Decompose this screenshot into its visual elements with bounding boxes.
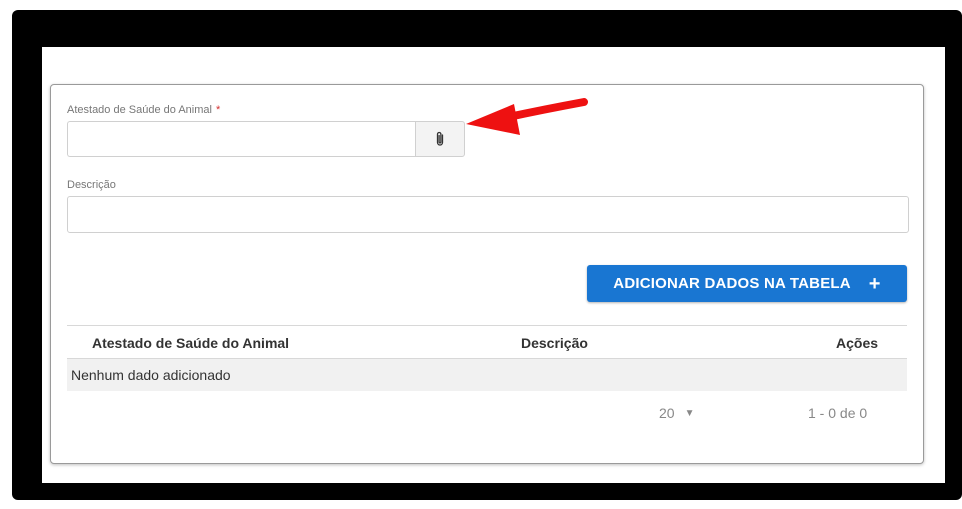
column-header-actions: Ações bbox=[836, 335, 879, 351]
plus-icon: + bbox=[868, 272, 881, 295]
table-top-divider bbox=[67, 325, 907, 326]
form-card: Atestado de Saúde do Animal * Descrição A… bbox=[50, 84, 924, 464]
column-header-description: Descrição bbox=[521, 335, 588, 351]
add-to-table-button[interactable]: ADICIONAR DADOS NA TABELA + bbox=[587, 265, 907, 302]
description-input[interactable] bbox=[67, 196, 909, 233]
annotation-arrow-icon bbox=[466, 98, 588, 135]
empty-message: Nenhum dado adicionado bbox=[71, 367, 231, 383]
certificate-label-text: Atestado de Saúde do Animal bbox=[67, 104, 212, 116]
paperclip-icon bbox=[436, 131, 444, 146]
attach-file-button[interactable] bbox=[415, 121, 465, 157]
add-to-table-button-label: ADICIONAR DADOS NA TABELA bbox=[613, 275, 851, 292]
certificate-file-input[interactable] bbox=[67, 121, 415, 157]
caret-down-icon: ▼ bbox=[684, 407, 695, 419]
pagination-range: 1 - 0 de 0 bbox=[808, 405, 868, 421]
table-empty-row: Nenhum dado adicionado bbox=[67, 359, 907, 391]
certificate-label: Atestado de Saúde do Animal * bbox=[67, 104, 220, 116]
page-size-select[interactable]: 20 ▼ bbox=[659, 405, 694, 421]
column-header-certificate: Atestado de Saúde do Animal bbox=[92, 335, 290, 351]
required-marker: * bbox=[215, 104, 221, 116]
description-label: Descrição bbox=[67, 179, 116, 191]
page-size-value: 20 bbox=[659, 405, 675, 421]
